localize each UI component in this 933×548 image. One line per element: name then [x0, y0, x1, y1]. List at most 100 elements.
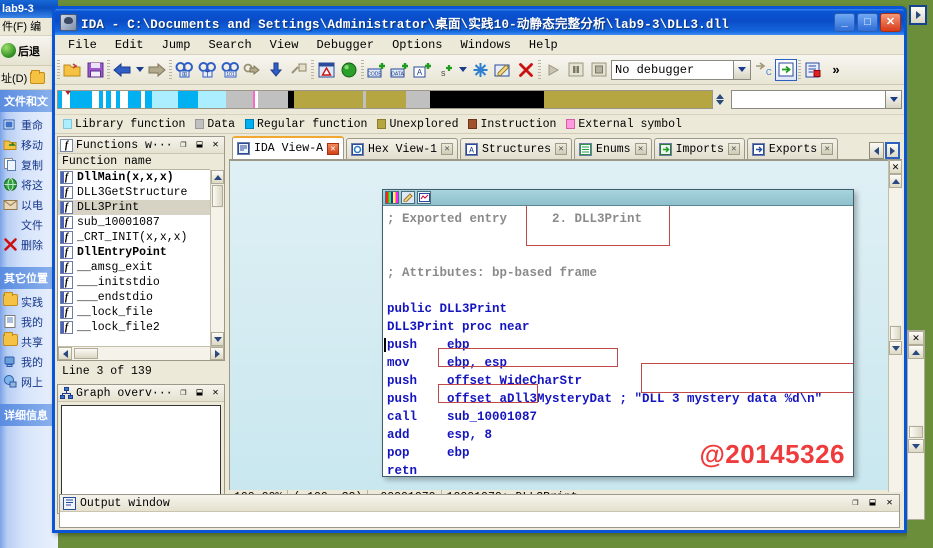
menu-options[interactable]: Options: [383, 36, 451, 54]
graph-panel-titlebar[interactable]: Graph overv··· ❐ ⬓ ✕: [58, 385, 224, 402]
tab-close-icon[interactable]: ✕: [728, 143, 740, 155]
tab-enums[interactable]: Enums ✕: [574, 138, 652, 159]
list-item[interactable]: f___endstdio: [58, 290, 210, 305]
disassembly-text[interactable]: ; Exported entry 2. DLL3Print ; Attribut…: [383, 206, 853, 476]
tab-imports[interactable]: Imports ✕: [654, 138, 745, 159]
tab-close-icon[interactable]: ✕: [441, 143, 453, 155]
maximize-button[interactable]: □: [857, 13, 878, 32]
stop-icon[interactable]: [588, 59, 610, 81]
task-email-2[interactable]: 文件: [3, 215, 58, 235]
functions-close-button[interactable]: ✕: [209, 139, 222, 152]
scroll-track[interactable]: [72, 347, 210, 360]
graph-close-button[interactable]: ✕: [209, 387, 222, 400]
jump-address-combo[interactable]: [731, 90, 902, 109]
scroll-thumb[interactable]: [212, 185, 223, 207]
toolbar-grip-5[interactable]: [361, 60, 364, 80]
tab-scroll-right-button[interactable]: [885, 142, 900, 159]
list-item[interactable]: fDLL3GetStructure: [58, 185, 210, 200]
desktop-explorer-scrollbar[interactable]: ✕: [907, 330, 925, 520]
back-arrow-icon[interactable]: [111, 59, 133, 81]
run-green-icon[interactable]: [338, 59, 360, 81]
play-icon[interactable]: [542, 59, 564, 81]
explorer-menubar[interactable]: 件(F) 编: [0, 18, 58, 36]
place-my-computer[interactable]: 我的: [3, 352, 58, 372]
output-restore-button[interactable]: ❐: [849, 497, 862, 510]
nav-band-arrows[interactable]: [716, 94, 724, 105]
functions-maximize-button[interactable]: ⬓: [193, 139, 206, 152]
functions-column-header[interactable]: Function name: [58, 154, 210, 170]
list-item[interactable]: f_CRT_INIT(x,x,x): [58, 230, 210, 245]
explorer-toolbar[interactable]: 后退: [0, 36, 58, 66]
menu-help[interactable]: Help: [520, 36, 567, 54]
forward-arrow-icon[interactable]: [146, 59, 168, 81]
search-code-icon[interactable]: ⊞: [173, 59, 195, 81]
menu-search[interactable]: Search: [199, 36, 260, 54]
step-over-icon[interactable]: [775, 59, 797, 81]
list-item[interactable]: fDllMain(x,x,x): [58, 170, 210, 185]
scroll-thumb[interactable]: [74, 348, 98, 359]
make-struct-dropdown-icon[interactable]: [457, 59, 468, 81]
output-window-titlebar[interactable]: Output window ❐ ⬓ ✕: [60, 495, 899, 512]
scroll-thumb[interactable]: [909, 426, 923, 438]
nav-down-icon[interactable]: [716, 100, 724, 105]
open-file-icon[interactable]: [61, 59, 83, 81]
tab-close-icon[interactable]: ✕: [327, 143, 339, 155]
functions-vertical-scrollbar[interactable]: [210, 170, 224, 346]
functions-panel-titlebar[interactable]: f Functions w··· ❐ ⬓ ✕: [58, 137, 224, 154]
step-into-icon[interactable]: C: [752, 59, 774, 81]
output-close-button[interactable]: ✕: [883, 497, 896, 510]
scroll-down-button[interactable]: [889, 341, 902, 355]
warning-icon[interactable]: [315, 59, 337, 81]
view-scroll-close-button[interactable]: ✕: [889, 160, 902, 174]
output-maximize-button[interactable]: ⬓: [866, 497, 879, 510]
jump-down-icon[interactable]: [265, 59, 287, 81]
toolbar-grip-3[interactable]: [169, 60, 172, 80]
place-shared[interactable]: 共享: [3, 332, 58, 352]
tab-close-icon[interactable]: ✕: [635, 143, 647, 155]
delete-red-x-icon[interactable]: [515, 59, 537, 81]
menu-file[interactable]: File: [59, 36, 106, 54]
output-window-text[interactable]: [60, 512, 899, 527]
graph-view-icon[interactable]: [417, 191, 431, 204]
disassembly-window[interactable]: ; Exported entry 2. DLL3Print ; Attribut…: [382, 189, 854, 477]
tab-exports[interactable]: Exports ✕: [747, 138, 838, 159]
scroll-track[interactable]: [211, 208, 224, 332]
chevron-down-icon[interactable]: [885, 91, 901, 108]
search-next-icon[interactable]: [242, 59, 264, 81]
toolbar-grip[interactable]: [57, 60, 60, 80]
tab-scroll-left-button[interactable]: [869, 142, 884, 159]
list-item[interactable]: f__amsg_exit: [58, 260, 210, 275]
place-my-documents[interactable]: 我的: [3, 312, 58, 332]
menu-jump[interactable]: Jump: [153, 36, 200, 54]
task-delete[interactable]: 删除: [3, 235, 58, 255]
functions-list[interactable]: fDllMain(x,x,x) fDLL3GetStructure fDLL3P…: [58, 170, 210, 346]
tab-ida-view-a[interactable]: IDA View-A ✕: [232, 136, 344, 159]
functions-restore-button[interactable]: ❐: [177, 139, 190, 152]
back-dropdown-icon[interactable]: [134, 59, 145, 81]
scroll-down-button[interactable]: [211, 332, 224, 346]
place-network[interactable]: 网上: [3, 372, 58, 392]
tab-close-icon[interactable]: ✕: [821, 143, 833, 155]
make-struct-icon[interactable]: s: [434, 59, 456, 81]
scroll-up-button[interactable]: [211, 170, 224, 184]
menu-debugger[interactable]: Debugger: [307, 36, 383, 54]
search-sequence-icon[interactable]: 101: [219, 59, 241, 81]
task-email[interactable]: 以电: [3, 195, 58, 215]
tab-close-icon[interactable]: ✕: [555, 143, 567, 155]
explorer-address-bar[interactable]: 址(D): [0, 66, 58, 90]
make-ascii-icon[interactable]: A: [411, 59, 433, 81]
background-explorer-window[interactable]: lab9-3 件(F) 编 后退 址(D) 文件和文 重命: [0, 0, 58, 548]
explorer-back-label[interactable]: 后退: [18, 43, 40, 59]
back-green-icon[interactable]: [1, 43, 16, 58]
ida-view-vertical-scrollbar[interactable]: ✕: [888, 160, 902, 492]
menu-view[interactable]: View: [261, 36, 308, 54]
scroll-thumb[interactable]: [890, 326, 901, 340]
scroll-up-button[interactable]: [908, 345, 924, 359]
tab-structures[interactable]: A Structures ✕: [460, 138, 572, 159]
scroll-down-button[interactable]: [908, 439, 924, 453]
toolbar-grip-7[interactable]: [798, 60, 801, 80]
functions-horizontal-scrollbar[interactable]: [58, 346, 224, 360]
toolbar-overflow-button[interactable]: »: [825, 59, 847, 81]
scroll-track-lower[interactable]: [908, 453, 924, 519]
edit-function-icon[interactable]: [492, 59, 514, 81]
